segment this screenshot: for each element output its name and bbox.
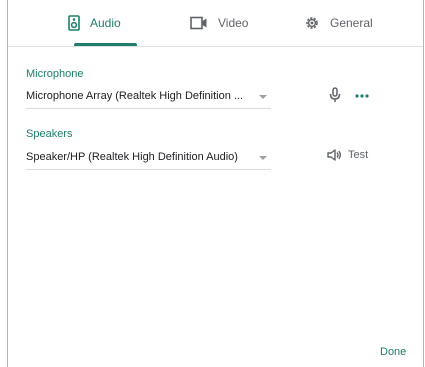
microphone-select[interactable]: Microphone Array (Realtek High Definitio… (26, 86, 271, 109)
chevron-down-icon (259, 156, 267, 160)
speakers-section-title: Speakers (26, 128, 73, 140)
video-camera-icon (190, 16, 207, 30)
tab-audio[interactable]: Audio (68, 0, 121, 46)
tab-bar: Audio Video General (8, 0, 423, 47)
speaker-device-icon (68, 15, 80, 31)
microphone-section-title: Microphone (26, 68, 84, 80)
speakers-select-value: Speaker/HP (Realtek High Definition Audi… (26, 151, 238, 163)
tab-general[interactable]: General (304, 0, 373, 46)
more-options-icon (355, 94, 369, 98)
speakers-select[interactable]: Speaker/HP (Realtek High Definition Audi… (26, 147, 271, 170)
tab-video-label: Video (218, 16, 249, 30)
gear-icon (306, 17, 318, 29)
volume-icon (327, 149, 341, 161)
test-speakers-button[interactable]: Test (326, 148, 368, 162)
test-label: Test (348, 149, 369, 161)
more-options-button[interactable] (355, 87, 369, 108)
microphone-button[interactable] (329, 87, 341, 108)
microphone-select-value: Microphone Array (Realtek High Definitio… (26, 90, 244, 102)
microphone-icon (329, 87, 341, 102)
tab-audio-label: Audio (90, 16, 121, 30)
done-button[interactable]: Done (380, 346, 406, 358)
settings-dialog: Audio Video General Microphone Microphon… (7, 0, 424, 367)
tab-video[interactable]: Video (190, 0, 248, 46)
chevron-down-icon (259, 95, 267, 99)
active-tab-indicator (74, 43, 137, 46)
tab-general-label: General (330, 16, 373, 30)
